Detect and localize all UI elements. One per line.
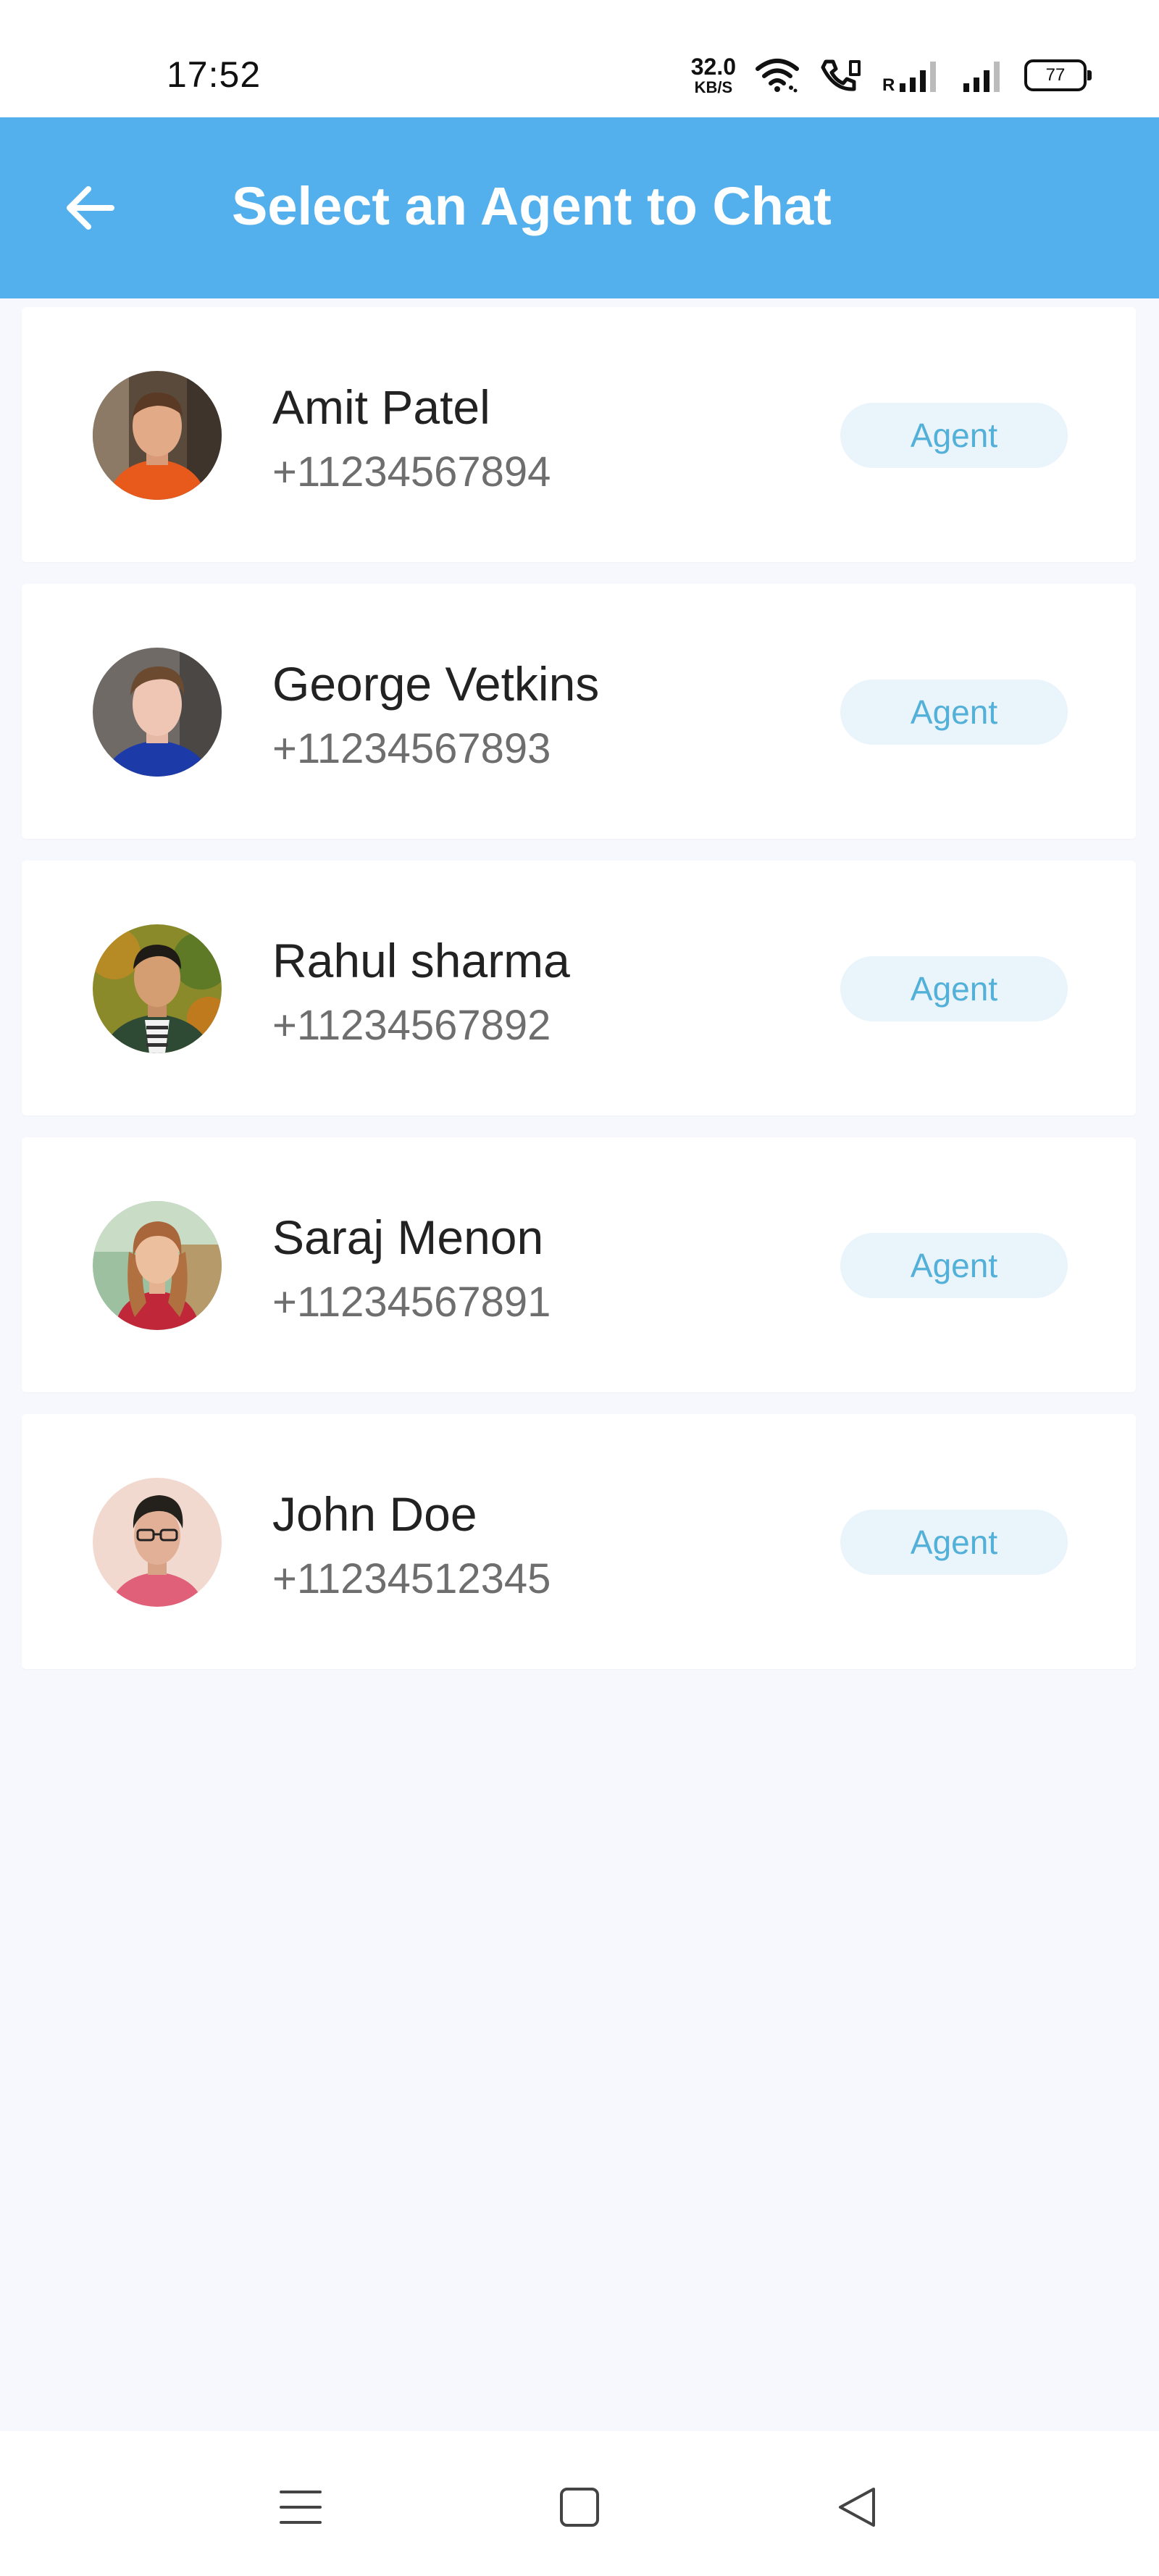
role-badge: Agent (840, 1233, 1068, 1298)
signal-roaming-icon: R (882, 62, 936, 93)
avatar (93, 648, 222, 777)
signal-roaming-label: R (882, 75, 895, 93)
agent-name: John Doe (272, 1487, 477, 1541)
agent-phone: +11234567891 (272, 1279, 551, 1326)
role-badge: Agent (840, 403, 1068, 468)
agent-phone: +11234567892 (272, 1002, 551, 1049)
network-speed: 32.0 KB/S (691, 55, 736, 96)
volte-call-icon (821, 59, 861, 91)
network-speed-unit: KB/S (694, 78, 733, 96)
agent-list-item[interactable]: Rahul sharma +11234567892 Agent (22, 861, 1136, 1116)
status-bar: 17:52 32.0 KB/S R 77 (0, 0, 1159, 117)
arrow-left-icon[interactable] (61, 179, 119, 237)
role-badge: Agent (840, 956, 1068, 1021)
role-badge: Agent (840, 1510, 1068, 1575)
avatar (93, 1201, 222, 1330)
menu-icon[interactable] (275, 2482, 326, 2533)
agent-name: Amit Patel (272, 380, 490, 434)
agent-list-item[interactable]: Amit Patel +11234567894 Agent (22, 307, 1136, 562)
status-time: 17:52 (167, 54, 261, 95)
agent-phone: +11234567893 (272, 725, 551, 772)
agent-phone: +11234567894 (272, 448, 551, 495)
signal-icon (963, 62, 1000, 92)
role-badge: Agent (840, 679, 1068, 745)
agent-list-item[interactable]: George Vetkins +11234567893 Agent (22, 584, 1136, 839)
agent-list-item[interactable]: Saraj Menon +11234567891 Agent (22, 1137, 1136, 1392)
back-triangle-icon[interactable] (832, 2482, 882, 2533)
avatar (93, 371, 222, 500)
avatar (93, 1478, 222, 1607)
page-title: Select an Agent to Chat (232, 176, 832, 236)
agent-phone: +11234512345 (272, 1555, 551, 1602)
agent-name: Saraj Menon (272, 1210, 544, 1264)
agent-name: George Vetkins (272, 657, 600, 711)
system-nav-bar (0, 2431, 1159, 2576)
network-speed-value: 32.0 (690, 54, 736, 80)
screen: 17:52 32.0 KB/S R 77 Select an Agent to … (0, 0, 1159, 2576)
wifi-icon (756, 59, 799, 93)
agent-list: Amit Patel +11234567894 Agent George Vet… (22, 307, 1136, 1691)
app-bar: Select an Agent to Chat (0, 117, 1159, 298)
battery-icon: 77 (1024, 59, 1092, 91)
agent-list-item[interactable]: John Doe +11234512345 Agent (22, 1414, 1136, 1669)
status-icons: 32.0 KB/S R 77 (691, 52, 1092, 99)
avatar (93, 924, 222, 1053)
battery-level: 77 (1045, 65, 1066, 85)
agent-name: Rahul sharma (272, 934, 570, 987)
home-square-icon[interactable] (554, 2482, 605, 2533)
